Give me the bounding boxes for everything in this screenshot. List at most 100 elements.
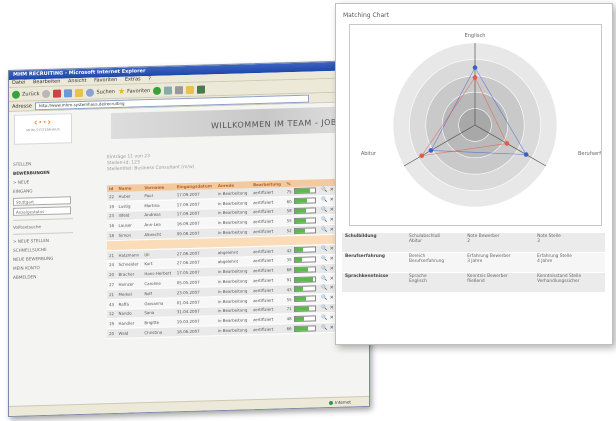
search-icon[interactable]: 🔍	[321, 207, 327, 213]
match-percent: 91	[286, 277, 292, 283]
search-icon[interactable]: 🔍	[321, 325, 327, 331]
delete-icon[interactable]: ✕	[330, 226, 334, 232]
applicant-table: Id Name Vorname Eingangsdatum Anrede Bearbeit…	[107, 178, 352, 339]
delete-icon[interactable]: ✕	[330, 207, 334, 213]
table-cell: 20	[107, 269, 117, 280]
page-content: ‹··› MHM-SYSTEMHAUS WILLKOMMEN IM TEAM -…	[9, 101, 369, 407]
delete-icon[interactable]: ✕	[330, 305, 334, 311]
nav-mein-konto[interactable]: MEIN KONTO	[13, 264, 73, 271]
delete-icon[interactable]: ✕	[330, 266, 334, 272]
table-cell: Wald	[116, 327, 143, 339]
detail-cell: Erfahrung Stelle 4 Jahre	[534, 252, 605, 273]
table-cell: in Bearbeitung	[215, 324, 252, 336]
match-percent: 58	[286, 208, 292, 214]
match-percent: 43	[286, 286, 292, 293]
data-point	[472, 65, 478, 70]
match-percent: 75	[286, 188, 292, 195]
matching-details-table: Schulbildung Schulabschluß Abitur Note Bewe…	[342, 233, 605, 293]
match-percent: 52	[286, 228, 292, 234]
delete-icon[interactable]: ✕	[330, 285, 334, 291]
search-button[interactable]: Suchen	[86, 87, 115, 97]
match-bar	[293, 305, 316, 312]
delete-icon[interactable]: ✕	[330, 246, 334, 252]
delete-icon[interactable]: ✕	[330, 197, 334, 203]
search-icon[interactable]: 🔍	[321, 256, 327, 262]
table-cell: 22	[107, 191, 117, 202]
search-icon[interactable]: 🔍	[321, 285, 327, 291]
internet-icon	[329, 400, 334, 406]
fulltext-search[interactable]: Volltextsuche	[13, 223, 73, 230]
menu-help[interactable]: ?	[148, 76, 151, 82]
menu-favoriten[interactable]: Favoriten	[94, 77, 117, 84]
status-select[interactable]: Anzeigestatus	[13, 206, 71, 216]
back-button[interactable]: Zurück	[12, 89, 39, 99]
location-select[interactable]: Stuttgart	[13, 196, 71, 206]
table-cell: 18.06.2007	[174, 325, 216, 337]
detail-cell: Kenntnisstand Stelle Verhandlungssicher	[534, 272, 605, 293]
delete-icon[interactable]: ✕	[330, 256, 334, 262]
detail-cell: Erfahrung Bewerber 3 Jahre	[464, 252, 535, 273]
forward-arrow-icon[interactable]	[42, 89, 51, 98]
match-bar	[293, 197, 316, 205]
folder-icon[interactable]	[186, 85, 195, 94]
refresh-icon[interactable]	[64, 88, 73, 97]
data-point	[504, 141, 510, 146]
search-icon[interactable]: 🔍	[321, 197, 327, 203]
nav-stellen[interactable]: STELLEN	[13, 160, 73, 167]
search-icon[interactable]: 🔍	[321, 217, 327, 223]
address-label: Adresse	[12, 102, 32, 110]
table-cell: 23	[107, 211, 117, 222]
home-icon[interactable]	[75, 88, 84, 97]
delete-icon[interactable]: ✕	[330, 315, 334, 321]
search-icon[interactable]: 🔍	[321, 266, 327, 272]
favorites-button[interactable]: ★ Favoriten	[118, 86, 150, 96]
detail-row: Schulbildung Schulabschluß Abitur Note Bewe…	[342, 233, 605, 253]
search-icon[interactable]: 🔍	[321, 187, 327, 193]
table-cell: 18	[107, 230, 117, 241]
detail-row: Berufserfahrung Bereich Berufserfahrung Erf…	[342, 252, 605, 273]
table-cell: 16	[107, 220, 117, 231]
nav-neue-stellen[interactable]: > NEUE STELLEN	[13, 237, 73, 244]
match-bar	[293, 315, 316, 322]
delete-icon[interactable]: ✕	[330, 217, 334, 223]
detail-cell: Note Bewerber 2	[464, 233, 535, 253]
tools-icon[interactable]	[197, 84, 206, 94]
nav-schnellsuche[interactable]: SCHNELLSUCHE	[13, 246, 73, 253]
table-cell: 21	[107, 250, 117, 261]
stop-icon[interactable]	[53, 89, 62, 98]
company-logo[interactable]: ‹··› MHM-SYSTEMHAUS	[14, 113, 72, 145]
star-icon: ★	[117, 86, 126, 96]
detail-cell: Schulabschluß Abitur	[406, 233, 465, 253]
table-cell	[107, 240, 117, 251]
table-cell: 19	[107, 201, 117, 212]
table-cell: 19	[107, 318, 117, 329]
table-cell: 27	[107, 279, 117, 290]
search-icon[interactable]: 🔍	[321, 315, 327, 321]
print-icon[interactable]	[175, 85, 184, 94]
history-icon[interactable]	[153, 86, 162, 95]
search-icon[interactable]: 🔍	[321, 227, 327, 233]
nav-bewerbungen[interactable]: BEWERBUNGEN	[13, 169, 73, 176]
mail-icon[interactable]	[164, 85, 173, 95]
search-icon[interactable]: 🔍	[321, 295, 327, 301]
menu-bearbeiten[interactable]: Bearbeiten	[33, 79, 60, 86]
search-icon[interactable]: 🔍	[321, 305, 327, 311]
nav-eingang[interactable]: EINGANG	[13, 187, 73, 194]
menu-datei[interactable]: Datei	[12, 80, 25, 86]
delete-icon[interactable]: ✕	[330, 295, 334, 301]
menu-extras[interactable]: Extras	[125, 76, 141, 82]
delete-icon[interactable]: ✕	[330, 275, 334, 281]
search-icon[interactable]: 🔍	[321, 246, 327, 252]
nav-abmelden[interactable]: ABMELDEN	[13, 273, 73, 280]
radar-svg: Englisch Berufserfahrung Abitur	[361, 33, 601, 208]
detail-label: Berufserfahrung	[342, 252, 406, 273]
nav-neue-bewerbung[interactable]: NEUE BEWERBUNG	[13, 255, 73, 262]
table-cell: 12	[107, 309, 117, 320]
search-icon[interactable]: 🔍	[321, 276, 327, 282]
delete-icon[interactable]: ✕	[330, 324, 334, 330]
nav-neue[interactable]: > NEUE	[13, 178, 73, 184]
detail-cell: Kenntnis Bewerber fließend	[464, 272, 535, 293]
match-percent: 66	[286, 326, 292, 332]
menu-ansicht[interactable]: Ansicht	[68, 78, 86, 85]
delete-icon[interactable]: ✕	[330, 187, 334, 193]
